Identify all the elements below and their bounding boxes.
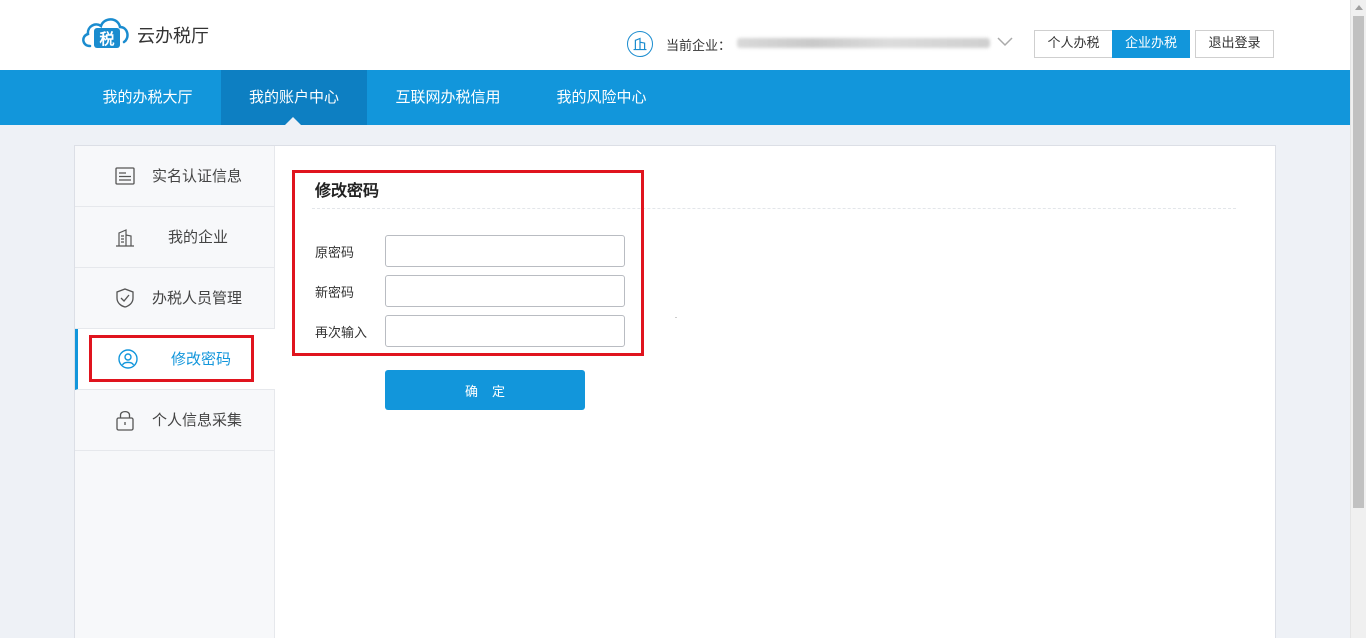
confirm-password-input[interactable]: [385, 315, 625, 347]
lock-icon: [116, 410, 134, 431]
nav-internet-tax-credit[interactable]: 互联网办税信用: [367, 70, 529, 125]
form-divider: [312, 208, 1236, 209]
sidebar-item-tax-staff[interactable]: 办税人员管理: [75, 268, 275, 329]
scrollbar-thumb[interactable]: [1353, 16, 1364, 508]
app-name: 云办税厅: [137, 26, 209, 47]
nav-risk-center[interactable]: 我的风险中心: [529, 70, 674, 125]
old-password-input[interactable]: [385, 235, 625, 267]
form-title: 修改密码: [315, 181, 380, 200]
id-card-icon: [115, 167, 135, 185]
sidebar-item-label: 修改密码: [171, 350, 232, 368]
main-nav: 我的办税大厅 我的账户中心 互联网办税信用 我的风险中心: [0, 70, 1350, 125]
building-icon: [627, 31, 653, 57]
sidebar-item-real-name[interactable]: 实名认证信息: [75, 146, 275, 207]
page-scrollbar[interactable]: [1350, 0, 1366, 638]
confirm-password-label: 再次输入: [315, 326, 368, 341]
building-icon: [116, 229, 134, 247]
new-password-label: 新密码: [315, 286, 355, 301]
current-company-label: 当前企业：: [666, 39, 732, 54]
confirm-button[interactable]: 确定: [385, 370, 585, 410]
sidebar-item-personal-info[interactable]: 个人信息采集: [75, 390, 275, 451]
top-header: 税 云办税厅 当前企业： 个人办税 企业办税 退出登录: [0, 0, 1350, 70]
divider-dot: [675, 317, 677, 318]
chevron-down-icon[interactable]: [996, 34, 1014, 48]
account-sidebar: 实名认证信息 我的企业 办税人员管理 修改密码 个人信息采集: [75, 146, 275, 638]
personal-tax-mode-button[interactable]: 个人办税: [1034, 30, 1113, 58]
sidebar-item-label: 实名认证信息: [152, 167, 243, 185]
old-password-label: 原密码: [315, 246, 355, 261]
logout-button[interactable]: 退出登录: [1195, 30, 1274, 58]
svg-text:税: 税: [99, 30, 114, 48]
scroll-up-arrow-icon[interactable]: [1355, 5, 1363, 10]
company-name-redacted: [737, 38, 990, 48]
active-nav-caret: [285, 117, 301, 125]
shield-check-icon: [116, 288, 134, 308]
user-circle-icon: [118, 349, 138, 369]
nav-tax-hall[interactable]: 我的办税大厅: [75, 70, 220, 125]
sidebar-item-change-password[interactable]: 修改密码: [75, 329, 275, 390]
sidebar-item-label: 办税人员管理: [152, 289, 243, 307]
enterprise-tax-mode-button[interactable]: 企业办税: [1112, 30, 1190, 58]
sidebar-item-my-company[interactable]: 我的企业: [75, 207, 275, 268]
sidebar-item-label: 我的企业: [168, 228, 229, 246]
sidebar-item-label: 个人信息采集: [152, 411, 243, 429]
cloud-tax-logo-icon: 税: [82, 18, 129, 48]
new-password-input[interactable]: [385, 275, 625, 307]
